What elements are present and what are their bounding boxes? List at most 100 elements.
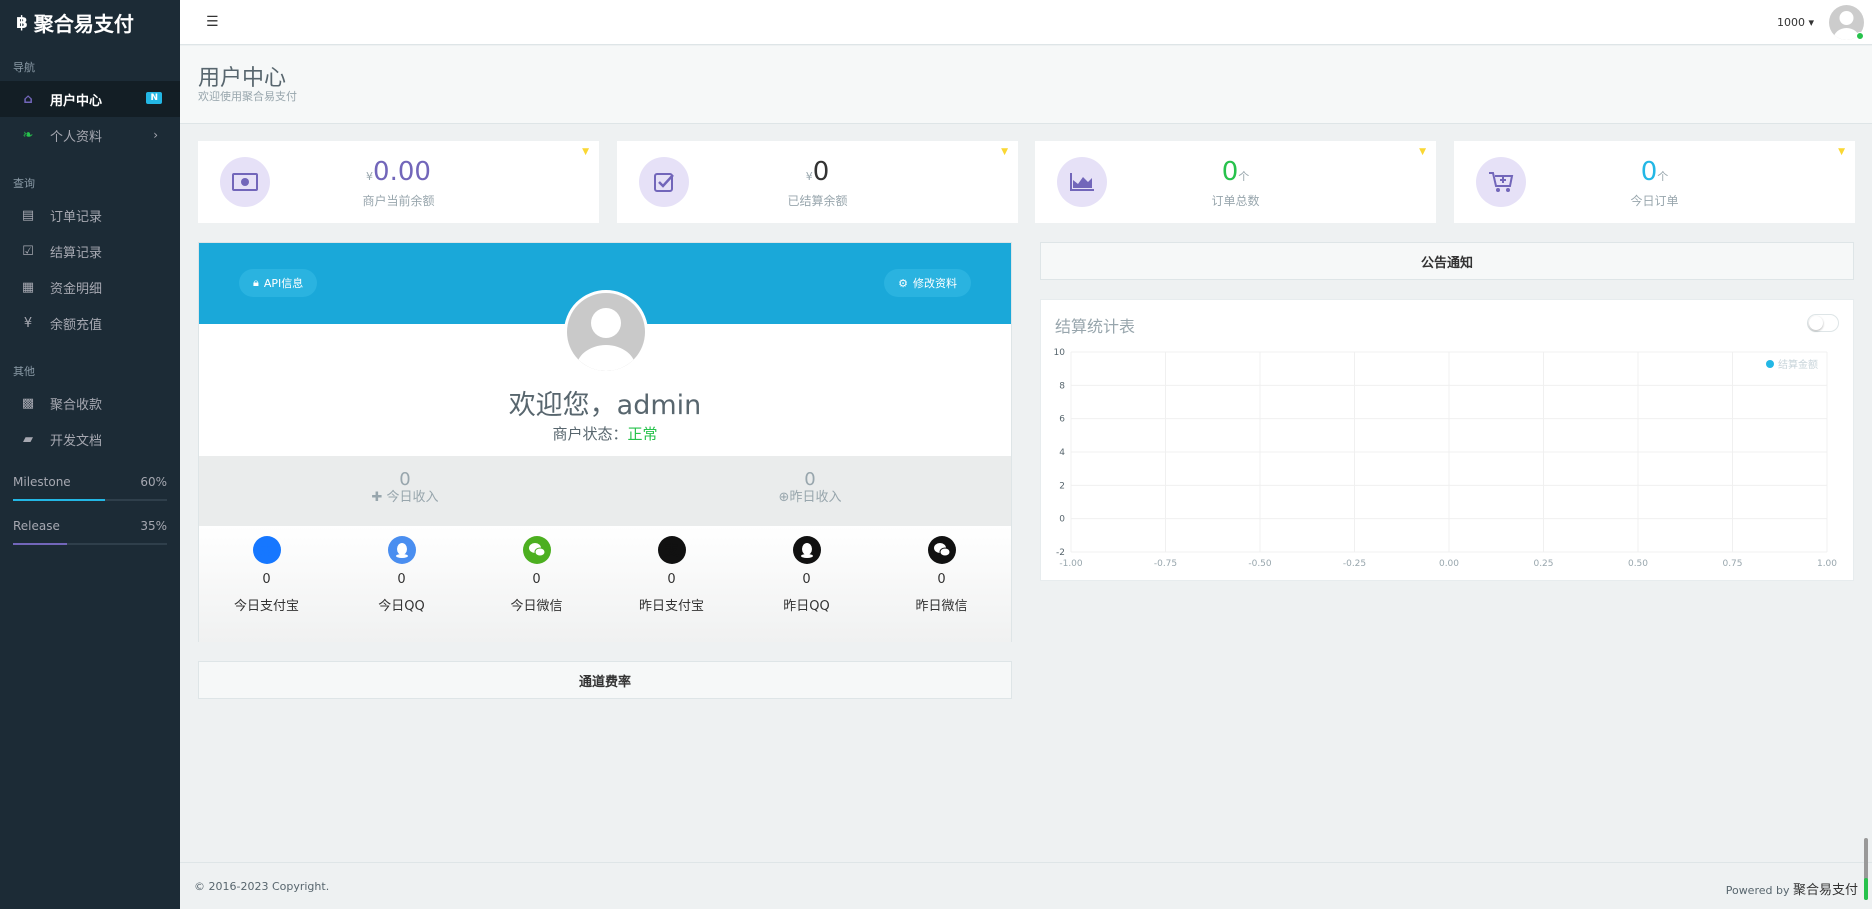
stat-value: 0个 bbox=[1221, 157, 1250, 187]
sidebar-item-user-center[interactable]: ⌂ 用户中心 N bbox=[0, 81, 180, 117]
channel-today-wechat: 0 今日微信 bbox=[469, 536, 604, 614]
caret-down-icon[interactable]: ▼ bbox=[1838, 147, 1845, 157]
progress-block: Milestone 60% Release 35% bbox=[0, 475, 180, 545]
brand[interactable]: ฿ 聚合易支付 bbox=[0, 0, 180, 45]
x-tick-label: -0.50 bbox=[1248, 559, 1272, 569]
yesterday-income: 0 ⊕昨日收入 bbox=[778, 469, 842, 506]
welcome-text: 欢迎您，admin bbox=[508, 390, 702, 421]
x-tick-label: -1.00 bbox=[1059, 559, 1083, 569]
sidebar-item-label: 余额充值 bbox=[50, 317, 103, 333]
channel-yesterday-alipay: 支 0 昨日支付宝 bbox=[604, 536, 739, 614]
stat-label: 商户当前余额 bbox=[362, 194, 435, 208]
qq-icon bbox=[792, 536, 821, 564]
qq-icon bbox=[387, 536, 416, 564]
sidebar: ฿ 聚合易支付 导航 ⌂ 用户中心 N ❧ 个人资料 › 查询 ▤ 订单记录 ☑… bbox=[0, 0, 180, 909]
sidebar-item-profile[interactable]: ❧ 个人资料 › bbox=[0, 117, 180, 153]
channel-summary: 支 0 今日支付宝 0 今日QQ 0 今日微信 支 0 昨日支付宝 0 昨日QQ… bbox=[199, 526, 1011, 642]
caret-down-icon[interactable]: ▼ bbox=[1001, 147, 1008, 157]
nav-section-label: 查询 bbox=[13, 177, 35, 190]
nav-section-label: 其他 bbox=[13, 365, 35, 378]
online-status-dot bbox=[1856, 32, 1864, 40]
y-tick-label: 6 bbox=[1059, 415, 1065, 425]
book-icon: ▰ bbox=[23, 431, 33, 447]
wechat-icon bbox=[522, 536, 551, 564]
lock-icon: 🔒︎ bbox=[253, 276, 259, 289]
y-tick-label: 4 bbox=[1059, 448, 1065, 458]
x-tick-label: 0.25 bbox=[1533, 559, 1553, 569]
page-head: 用户中心 欢迎使用聚合易支付 bbox=[180, 46, 1872, 124]
sidebar-item-collect[interactable]: ▩ 聚合收款 bbox=[0, 385, 180, 421]
progress-percent: 60% bbox=[140, 475, 167, 489]
channel-yesterday-wechat: 0 昨日微信 bbox=[874, 536, 1009, 614]
settlement-chart: -1.00 -0.75 -0.50 -0.25 0.00 0.25 0.50 0.75 1.00… bbox=[1054, 348, 1838, 569]
scroll-indicator[interactable] bbox=[1864, 838, 1868, 900]
channel-today-qq: 0 今日QQ bbox=[334, 536, 469, 614]
x-tick-label: 1.00 bbox=[1817, 559, 1837, 569]
y-tick-label: 0 bbox=[1059, 515, 1065, 525]
check-square-icon: ☑ bbox=[22, 243, 34, 259]
notice-panel-title[interactable]: 公告通知 bbox=[1040, 242, 1854, 280]
profile-card: 🔒︎ API信息 ⚙ 修改资料 欢迎您，admin 商户状态：正常 0 ✚ 今日… bbox=[198, 242, 1012, 642]
menu-icon[interactable]: ☰ bbox=[206, 14, 219, 30]
calendar-icon: ▦ bbox=[21, 279, 35, 295]
progress-label: Milestone bbox=[13, 475, 71, 489]
profile-avatar bbox=[564, 290, 648, 374]
page-subtitle: 欢迎使用聚合易支付 bbox=[198, 90, 297, 103]
brand-title: 聚合易支付 bbox=[33, 12, 134, 36]
plus-icon: ✚ bbox=[371, 490, 383, 505]
sidebar-item-label: 个人资料 bbox=[50, 129, 103, 145]
progress-row: Release 35% bbox=[13, 519, 167, 533]
sidebar-item-label: 资金明细 bbox=[50, 281, 103, 297]
footer: © 2016-2023 Copyright. Powered by 聚合易支付 bbox=[180, 862, 1872, 909]
powered-by: Powered by 聚合易支付 bbox=[1725, 883, 1858, 898]
rates-panel-title[interactable]: 通道费率 bbox=[198, 661, 1012, 699]
plus-circle-icon: ⊕ bbox=[778, 490, 790, 505]
progress-percent: 35% bbox=[140, 519, 167, 533]
x-tick-label: -0.25 bbox=[1343, 559, 1366, 569]
sidebar-item-recharge[interactable]: ¥ 余额充值 bbox=[0, 305, 180, 341]
sidebar-item-funds[interactable]: ▦ 资金明细 bbox=[0, 269, 180, 305]
legend-marker bbox=[1766, 360, 1774, 368]
income-summary: 0 ✚ 今日收入 0 ⊕昨日收入 bbox=[199, 456, 1011, 526]
y-tick-label: 8 bbox=[1059, 381, 1065, 391]
today-income: 0 ✚ 今日收入 bbox=[371, 469, 439, 506]
merchant-status: 商户状态：正常 bbox=[552, 425, 658, 443]
edit-profile-button[interactable]: ⚙ 修改资料 bbox=[884, 269, 971, 297]
stat-label: 今日订单 bbox=[1630, 194, 1679, 208]
y-tick-label: -2 bbox=[1056, 548, 1065, 558]
caret-down-icon[interactable]: ▼ bbox=[1419, 147, 1426, 157]
leaf-icon: ❧ bbox=[22, 127, 34, 143]
sidebar-item-orders[interactable]: ▤ 订单记录 bbox=[0, 197, 180, 233]
progress-track bbox=[13, 543, 167, 545]
alipay-icon: 支 bbox=[252, 536, 281, 564]
stat-today-orders: ▼ 0个 今日订单 bbox=[1454, 141, 1855, 223]
nav-section-label: 导航 bbox=[13, 61, 35, 74]
progress-fill-release bbox=[13, 543, 67, 545]
progress-fill-milestone bbox=[13, 499, 106, 501]
chevron-right-icon: › bbox=[153, 128, 158, 142]
stat-label: 订单总数 bbox=[1211, 194, 1260, 208]
x-tick-label: 0.00 bbox=[1439, 559, 1459, 569]
sidebar-item-docs[interactable]: ▰ 开发文档 bbox=[0, 421, 180, 457]
status-badge: 正常 bbox=[627, 425, 658, 443]
stat-balance: ▼ ¥0.00 商户当前余额 bbox=[198, 141, 599, 223]
alipay-icon: 支 bbox=[657, 536, 686, 564]
sidebar-item-label: 订单记录 bbox=[50, 209, 103, 225]
sidebar-item-settlements[interactable]: ☑ 结算记录 bbox=[0, 233, 180, 269]
progress-label: Release bbox=[13, 519, 60, 533]
home-icon: ⌂ bbox=[23, 91, 33, 107]
api-info-button[interactable]: 🔒︎ API信息 bbox=[239, 269, 318, 297]
x-tick-label: -0.75 bbox=[1154, 559, 1177, 569]
x-tick-label: 0.50 bbox=[1628, 559, 1648, 569]
user-dropdown[interactable]: 1000 ▾ bbox=[1777, 16, 1814, 29]
qrcode-icon: ▩ bbox=[21, 395, 35, 411]
settlement-chart-panel: 结算统计表 -1.00 -0.75 -0.50 -0.25 0.00 0.25 0.50 0.… bbox=[1040, 299, 1854, 581]
yen-icon: ¥ bbox=[23, 315, 33, 331]
progress-row: Milestone 60% bbox=[13, 475, 167, 489]
stat-value: 0个 bbox=[1640, 157, 1669, 187]
x-tick-label: 0.75 bbox=[1722, 559, 1742, 569]
caret-down-icon[interactable]: ▼ bbox=[582, 147, 589, 157]
progress-track bbox=[13, 499, 167, 501]
sidebar-item-label: 用户中心 bbox=[50, 93, 103, 109]
stat-label: 已结算余额 bbox=[787, 194, 848, 208]
